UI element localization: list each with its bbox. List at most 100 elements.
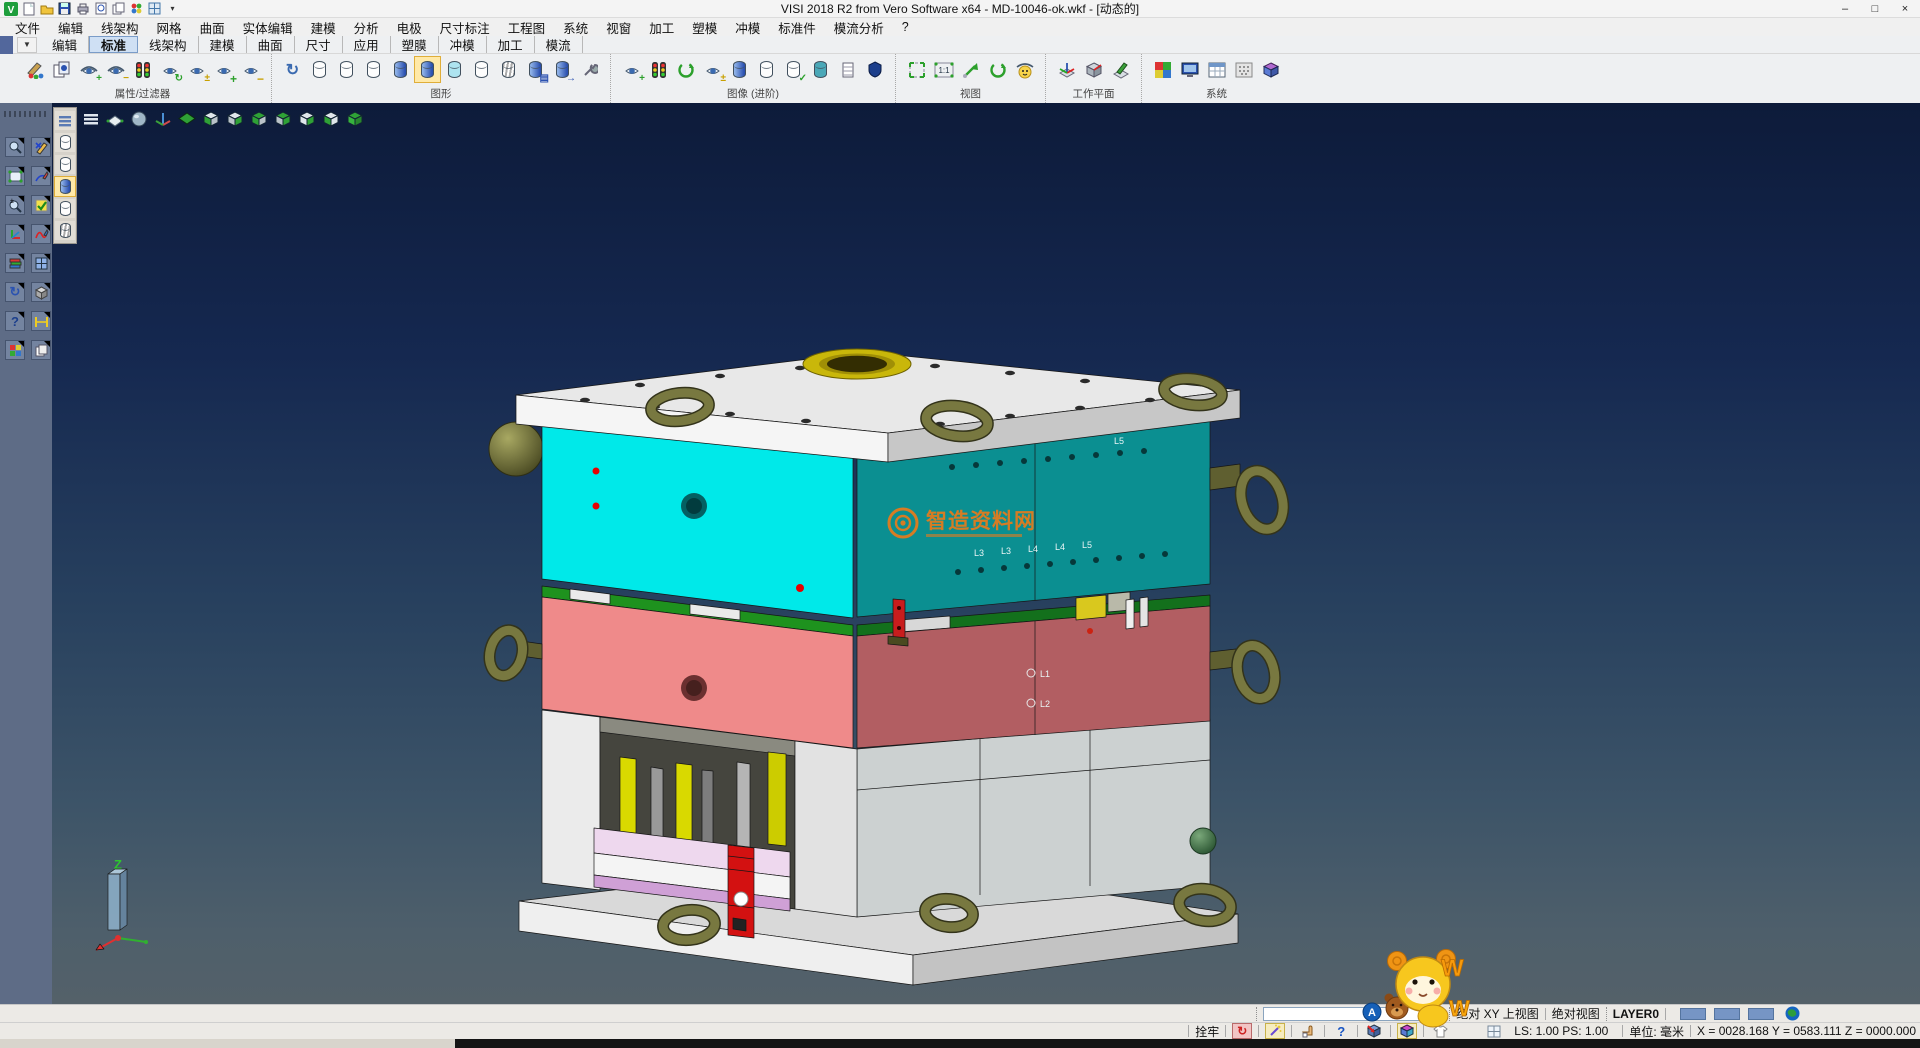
solid-outline-icon[interactable] bbox=[754, 57, 779, 82]
globe-icon[interactable] bbox=[1782, 1006, 1802, 1022]
view-back-icon[interactable] bbox=[296, 108, 318, 130]
active-layer-indicator[interactable]: LAYER0 bbox=[1613, 1007, 1659, 1021]
cylinder-current-icon[interactable] bbox=[55, 177, 75, 196]
layer-white-icon[interactable] bbox=[469, 57, 494, 82]
view-left-icon[interactable] bbox=[320, 108, 342, 130]
menu-item-die[interactable]: 冲模 bbox=[726, 18, 769, 36]
erase-icon[interactable] bbox=[31, 137, 51, 157]
layer-colors-icon[interactable] bbox=[5, 340, 25, 360]
window-grid-icon[interactable] bbox=[31, 253, 51, 273]
show-hide-toggle-icon[interactable]: ± bbox=[184, 57, 209, 82]
tab-moldflow[interactable]: 模流 bbox=[535, 36, 583, 53]
tab-molding[interactable]: 塑膜 bbox=[391, 36, 439, 53]
maximize-button[interactable]: □ bbox=[1860, 0, 1890, 17]
shield-render-icon[interactable] bbox=[862, 57, 887, 82]
layer-cyan-icon[interactable] bbox=[442, 57, 467, 82]
export-block-icon[interactable] bbox=[1364, 1023, 1384, 1039]
menu-item-standard-parts[interactable]: 标准件 bbox=[769, 18, 825, 36]
layer-current-icon[interactable] bbox=[415, 57, 440, 82]
menu-item-window[interactable]: 视窗 bbox=[597, 18, 640, 36]
solid-blue-icon[interactable] bbox=[727, 57, 752, 82]
tab-die[interactable]: 冲模 bbox=[439, 36, 487, 53]
view-mode-indicator[interactable]: 绝对 XY 上视图 bbox=[1456, 1005, 1538, 1022]
layer-hatched-icon[interactable] bbox=[496, 57, 521, 82]
system-monitor-icon[interactable] bbox=[1177, 57, 1202, 82]
show-all-icon[interactable]: + bbox=[211, 57, 236, 82]
view-axes-icon[interactable] bbox=[152, 108, 174, 130]
view-front-icon[interactable] bbox=[200, 108, 222, 130]
scale-indicator[interactable]: LS: 1.00 PS: 1.00 bbox=[1514, 1024, 1608, 1038]
tab-dimension[interactable]: 尺寸 bbox=[295, 36, 343, 53]
search-icon[interactable] bbox=[1423, 1006, 1443, 1022]
hide-all-icon[interactable]: − bbox=[238, 57, 263, 82]
open-file-icon[interactable] bbox=[38, 1, 55, 16]
strip-menu-icon[interactable] bbox=[55, 111, 75, 130]
snap-lock-label[interactable]: 拴牢 bbox=[1195, 1023, 1219, 1040]
help-icon[interactable]: ? bbox=[5, 311, 25, 331]
menu-item-electrode[interactable]: 电极 bbox=[388, 18, 431, 36]
copy-sheet-icon[interactable] bbox=[31, 340, 51, 360]
cylinder-1-icon[interactable] bbox=[55, 133, 75, 152]
system-table-icon[interactable] bbox=[1204, 57, 1229, 82]
minimize-button[interactable]: – bbox=[1830, 0, 1860, 17]
view-top-icon[interactable] bbox=[176, 108, 198, 130]
view-menu-icon[interactable] bbox=[80, 108, 102, 130]
menu-item-moldflow[interactable]: 模流分析 bbox=[825, 18, 893, 36]
cylinder-2-icon[interactable] bbox=[55, 155, 75, 174]
layer-outline-icon-1[interactable] bbox=[307, 57, 332, 82]
refresh-visibility-icon[interactable]: ↻ bbox=[157, 57, 182, 82]
show-add-icon[interactable]: + bbox=[76, 57, 101, 82]
ucs-axes-icon[interactable] bbox=[5, 224, 25, 244]
tab-wireframe[interactable]: 线架构 bbox=[138, 36, 199, 53]
clip-planes-icon[interactable] bbox=[835, 57, 860, 82]
menu-item-dimension[interactable]: 尺寸标注 bbox=[431, 18, 499, 36]
screen-grid-icon[interactable] bbox=[146, 1, 163, 16]
workplane-cube-icon[interactable] bbox=[1081, 57, 1106, 82]
entity-lights-adv-icon[interactable] bbox=[646, 57, 671, 82]
system-cube-icon[interactable] bbox=[1258, 57, 1283, 82]
plot-preview-icon[interactable] bbox=[92, 1, 109, 16]
layer-export-icon[interactable]: → bbox=[550, 57, 575, 82]
help-question-icon[interactable]: ? bbox=[1331, 1023, 1351, 1039]
search-input[interactable] bbox=[1263, 1007, 1423, 1021]
close-button[interactable]: × bbox=[1890, 0, 1920, 17]
menu-item-edit[interactable]: 编辑 bbox=[49, 18, 92, 36]
units-indicator[interactable]: 单位: 毫米 bbox=[1629, 1023, 1684, 1040]
menu-item-help[interactable]: ? bbox=[893, 18, 918, 36]
select-frame-icon[interactable] bbox=[5, 166, 25, 186]
magic-wand-icon[interactable] bbox=[1265, 1023, 1285, 1039]
shirt-icon[interactable] bbox=[1430, 1023, 1450, 1039]
copy-attributes-icon[interactable] bbox=[49, 57, 74, 82]
solid-validate-icon[interactable]: ✓ bbox=[781, 57, 806, 82]
menu-item-file[interactable]: 文件 bbox=[6, 18, 49, 36]
copy-icon[interactable] bbox=[110, 1, 127, 16]
modify-attributes-icon[interactable] bbox=[22, 57, 47, 82]
zoom-1-1-icon[interactable]: 1:1 bbox=[931, 57, 956, 82]
save-file-icon[interactable] bbox=[56, 1, 73, 16]
tab-application[interactable]: 应用 bbox=[343, 36, 391, 53]
workplane-edit-icon[interactable] bbox=[1108, 57, 1133, 82]
zoom-search-icon[interactable] bbox=[5, 137, 25, 157]
zoom-arrow-icon[interactable] bbox=[958, 57, 983, 82]
graphics-viewport[interactable]: L1 L2 L5 L3 L3 L4 bbox=[52, 103, 1920, 1004]
pointer-hand-icon[interactable] bbox=[1298, 1023, 1318, 1039]
entity-filter-lights-icon[interactable] bbox=[130, 57, 155, 82]
refresh-adv-icon[interactable] bbox=[673, 57, 698, 82]
hide-subtract-icon[interactable]: − bbox=[103, 57, 128, 82]
tab-standard[interactable]: 标准 bbox=[89, 36, 138, 53]
regenerate-icon[interactable]: ↻ bbox=[280, 57, 305, 82]
menu-item-drawing[interactable]: 工程图 bbox=[499, 18, 555, 36]
view-iso-sw-icon[interactable] bbox=[272, 108, 294, 130]
cube-tool-icon[interactable] bbox=[1397, 1023, 1417, 1039]
tab-modeling[interactable]: 建模 bbox=[199, 36, 247, 53]
new-document-icon[interactable] bbox=[20, 1, 37, 16]
view-iso-se-icon[interactable] bbox=[248, 108, 270, 130]
menu-item-mold[interactable]: 塑模 bbox=[683, 18, 726, 36]
solid-cube-icon[interactable] bbox=[31, 282, 51, 302]
grid-window-icon[interactable] bbox=[1484, 1023, 1504, 1039]
color-palette-icon[interactable] bbox=[128, 1, 145, 16]
measure-distance-icon[interactable] bbox=[31, 311, 51, 331]
menu-item-wireframe[interactable]: 线架构 bbox=[92, 18, 148, 36]
layer-stack-icon[interactable]: ▤ bbox=[523, 57, 548, 82]
tab-machining[interactable]: 加工 bbox=[487, 36, 535, 53]
